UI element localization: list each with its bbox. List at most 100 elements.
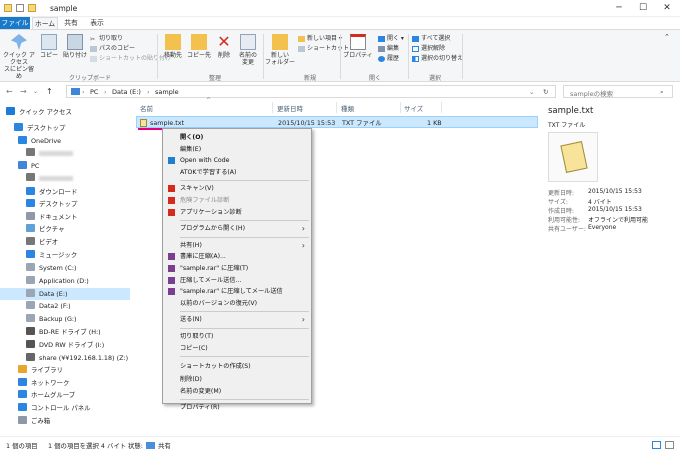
- open-button[interactable]: 開く ▾: [378, 35, 404, 42]
- pin-quick-access-button[interactable]: クイック アクセス スにピン留め: [2, 34, 36, 80]
- select-none-button[interactable]: 選択解除: [412, 45, 445, 52]
- menu-item[interactable]: プログラムから開く(H) ›: [163, 223, 311, 234]
- nav-item[interactable]: OneDrive: [0, 135, 130, 147]
- menu-item[interactable]: 共有(H) ›: [163, 240, 311, 251]
- nav-item[interactable]: ごみ箱: [0, 415, 130, 427]
- refresh-icon[interactable]: ↻: [543, 88, 548, 96]
- new-folder-icon: [272, 34, 288, 50]
- tab-share[interactable]: 共有: [60, 17, 82, 29]
- properties-button[interactable]: プロパティ: [342, 34, 374, 59]
- nav-item[interactable]: クイック アクセス: [0, 106, 130, 118]
- cut-button[interactable]: ✂ 切り取り: [90, 35, 123, 43]
- up-icon[interactable]: ↑: [46, 87, 53, 97]
- column-type[interactable]: 種類: [341, 103, 354, 113]
- column-modified[interactable]: 更新日時: [277, 103, 303, 113]
- column-headers: ^ 名前 更新日時 種類 サイズ: [136, 97, 536, 114]
- paste-button[interactable]: 貼り付け: [62, 34, 88, 59]
- details-prop-key: 作成日時:: [548, 208, 575, 215]
- nav-item[interactable]: share (¥¥192.168.1.18) (Z:): [0, 352, 130, 364]
- menu-item[interactable]: 危険ファイル診断: [163, 195, 311, 206]
- nav-item[interactable]: Data2 (F:): [0, 300, 130, 312]
- invert-selection-button[interactable]: 選択の切り替え: [412, 55, 463, 62]
- breadcrumb-data[interactable]: Data (E:): [112, 88, 141, 96]
- copy-to-button[interactable]: コピー先: [187, 34, 211, 59]
- menu-item[interactable]: コピー(C): [163, 343, 311, 354]
- search-input[interactable]: sampleの検索 ⌕: [563, 85, 673, 98]
- new-item-button[interactable]: 新しい項目 ▾: [298, 35, 342, 42]
- menu-item[interactable]: 圧縮してメール送信...: [163, 275, 311, 286]
- menu-item[interactable]: ATOKで学習する(A): [163, 167, 311, 178]
- nav-item[interactable]: デスクトップ: [0, 122, 130, 134]
- nav-item[interactable]: コントロール パネル: [0, 402, 130, 414]
- move-to-button[interactable]: 移動先: [161, 34, 185, 59]
- nav-item[interactable]: DVD RW ドライブ (I:): [0, 339, 130, 351]
- state-label: 状態:: [128, 442, 143, 450]
- nav-item[interactable]: PC: [0, 160, 130, 172]
- collapse-ribbon-icon[interactable]: ⌃: [664, 34, 670, 41]
- nav-item[interactable]: [0, 172, 130, 184]
- menu-item[interactable]: 名前の変更(M): [163, 386, 311, 397]
- menu-item[interactable]: Open with Code: [163, 155, 311, 166]
- nav-item[interactable]: System (C:): [0, 262, 130, 274]
- new-folder-button[interactable]: 新しい フォルダー: [265, 34, 295, 66]
- menu-item[interactable]: 書庫に圧縮(A)...: [163, 251, 311, 262]
- edit-button[interactable]: 編集: [378, 45, 399, 52]
- details-prop-key: 共有ユーザー:: [548, 226, 586, 233]
- breadcrumb-sample[interactable]: sample: [155, 88, 179, 96]
- nav-item[interactable]: デスクトップ: [0, 198, 130, 210]
- menu-item[interactable]: 開く(O): [163, 132, 311, 143]
- nav-item[interactable]: ドキュメント: [0, 211, 130, 223]
- menu-item[interactable]: "sample.rar" に圧縮してメール送信: [163, 286, 311, 297]
- menu-item[interactable]: プロパティ(R): [163, 402, 311, 413]
- menu-item[interactable]: ショートカットの作成(S): [163, 361, 311, 372]
- nav-item[interactable]: [0, 147, 130, 159]
- column-size[interactable]: サイズ: [404, 103, 423, 113]
- nav-item[interactable]: ピクチャ: [0, 223, 130, 235]
- menu-item[interactable]: 送る(N) ›: [163, 314, 311, 325]
- recent-locations-icon[interactable]: ⌄: [33, 87, 38, 97]
- column-name[interactable]: 名前: [140, 103, 153, 113]
- nav-item[interactable]: ミュージック: [0, 249, 130, 261]
- nav-item[interactable]: BD-RE ドライブ (H:): [0, 326, 130, 338]
- tab-home[interactable]: ホーム: [32, 17, 58, 29]
- nav-item[interactable]: ダウンロード: [0, 186, 130, 198]
- details-view-icon[interactable]: [652, 441, 661, 449]
- nav-item[interactable]: ホームグループ: [0, 389, 130, 401]
- history-button[interactable]: 履歴: [378, 55, 399, 62]
- menu-item[interactable]: 編集(E): [163, 144, 311, 155]
- nav-item[interactable]: ライブラリ: [0, 364, 130, 376]
- address-bar[interactable]: › PC › Data (E:) › sample ⌄ ↻: [66, 85, 556, 98]
- minimize-button[interactable]: ─: [608, 2, 630, 14]
- paste-shortcut-button[interactable]: ショートカットの貼り付け: [90, 55, 171, 62]
- breadcrumb-pc[interactable]: PC: [90, 88, 98, 96]
- copy-button[interactable]: コピー: [38, 34, 60, 59]
- maximize-button[interactable]: ☐: [632, 2, 654, 14]
- back-icon[interactable]: ←: [6, 87, 13, 97]
- large-icons-view-icon[interactable]: [665, 441, 674, 449]
- nav-item[interactable]: Data (E:): [0, 288, 130, 300]
- menu-item[interactable]: 削除(D): [163, 374, 311, 385]
- menu-item[interactable]: アプリケーション診断: [163, 207, 311, 218]
- rename-button[interactable]: 名前の 変更: [236, 34, 260, 66]
- new-folder-quick-icon[interactable]: [28, 4, 36, 12]
- group-select: 選択: [428, 75, 441, 82]
- nav-item[interactable]: ネットワーク: [0, 377, 130, 389]
- tab-file[interactable]: ファイル: [0, 17, 30, 29]
- select-all-button[interactable]: すべて選択: [412, 35, 450, 42]
- nav-item[interactable]: Backup (G:): [0, 313, 130, 325]
- ribbon: クイック アクセス スにピン留め コピー 貼り付け ✂ 切り取り パスのコピー シ…: [0, 29, 680, 82]
- tab-view[interactable]: 表示: [86, 17, 108, 29]
- copy-path-button[interactable]: パスのコピー: [90, 45, 135, 52]
- nav-item[interactable]: Application (D:): [0, 275, 130, 287]
- close-button[interactable]: ✕: [656, 2, 678, 14]
- forward-icon[interactable]: →: [20, 87, 27, 97]
- properties-quick-icon[interactable]: [16, 4, 24, 12]
- delete-button[interactable]: ✕ 削除: [213, 34, 235, 60]
- menu-item[interactable]: 切り取り(T): [163, 331, 311, 342]
- menu-item[interactable]: "sample.rar" に圧縮(T): [163, 263, 311, 274]
- menu-item[interactable]: 以前のバージョンの復元(V): [163, 298, 311, 309]
- nav-item[interactable]: ビデオ: [0, 236, 130, 248]
- menu-item[interactable]: スキャン(V): [163, 183, 311, 194]
- address-dropdown-icon[interactable]: ⌄: [529, 88, 534, 96]
- table-row[interactable]: sample.txt 2015/10/15 15:53 TXT ファイル 1 K…: [136, 116, 538, 128]
